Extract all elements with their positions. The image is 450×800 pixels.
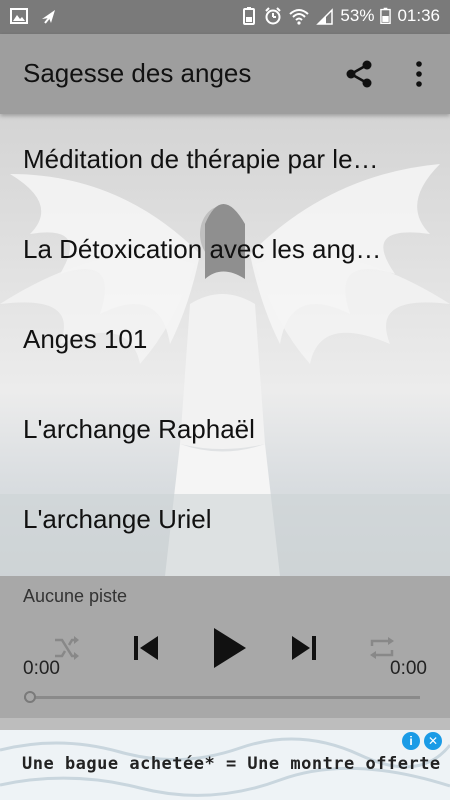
list-item[interactable]: Méditation de thérapie par le… bbox=[0, 114, 450, 204]
status-bar: 53% 01:36 bbox=[0, 0, 450, 34]
clock: 01:36 bbox=[397, 6, 440, 25]
seek-thumb[interactable] bbox=[24, 691, 36, 703]
seek-bar[interactable] bbox=[24, 696, 420, 699]
skip-next-icon[interactable] bbox=[288, 632, 320, 664]
track-title: Aucune piste bbox=[23, 586, 128, 606]
list-item-label: Méditation de thérapie par le… bbox=[23, 143, 379, 174]
battery-saver-icon bbox=[243, 7, 256, 25]
list-item[interactable]: L'archange Raphaël bbox=[0, 384, 450, 474]
track-list: Méditation de thérapie par le… La Détoxi… bbox=[0, 114, 450, 564]
content-area: Méditation de thérapie par le… La Détoxi… bbox=[0, 114, 450, 576]
list-item[interactable]: Anges 101 bbox=[0, 294, 450, 384]
signal-icon bbox=[316, 8, 334, 25]
ad-choices[interactable]: i ✕ bbox=[402, 732, 442, 750]
battery-percent: 53% bbox=[340, 6, 375, 25]
duration-time: 0:00 bbox=[390, 658, 427, 679]
more-vert-icon[interactable] bbox=[405, 58, 433, 90]
list-item[interactable]: La Détoxication avec les ang… bbox=[0, 204, 450, 294]
battery-icon bbox=[380, 7, 392, 25]
close-icon[interactable]: ✕ bbox=[424, 732, 442, 750]
share-icon[interactable] bbox=[343, 58, 375, 90]
list-item-label: La Détoxication avec les ang… bbox=[23, 233, 382, 264]
list-item-label: Anges 101 bbox=[23, 323, 148, 354]
alarm-icon bbox=[265, 7, 282, 25]
skip-previous-icon[interactable] bbox=[130, 632, 162, 664]
list-item[interactable]: L'archange Uriel bbox=[0, 474, 450, 564]
airplane-icon bbox=[42, 10, 55, 24]
app-title: Sagesse des anges bbox=[23, 58, 252, 88]
ad-banner[interactable]: Une bague achetée* = Une montre offerte … bbox=[0, 730, 450, 800]
list-item-label: L'archange Raphaël bbox=[23, 413, 255, 444]
list-item-label: L'archange Uriel bbox=[23, 503, 212, 534]
divider bbox=[0, 718, 450, 730]
elapsed-time: 0:00 bbox=[23, 658, 60, 679]
app-bar: Sagesse des anges bbox=[0, 34, 450, 114]
media-player: Aucune piste 0:00 0:00 bbox=[0, 576, 450, 718]
gallery-icon bbox=[10, 8, 28, 24]
wifi-icon bbox=[289, 9, 310, 25]
info-icon[interactable]: i bbox=[402, 732, 420, 750]
play-icon[interactable] bbox=[208, 626, 248, 670]
ad-text: Une bague achetée* = Une montre offerte bbox=[22, 754, 441, 774]
